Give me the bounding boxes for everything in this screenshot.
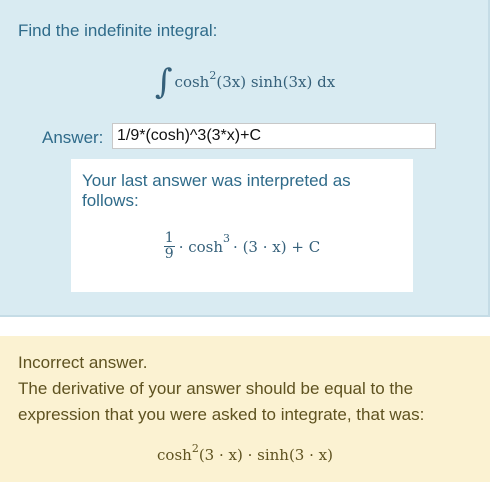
answer-label: Answer: xyxy=(42,128,104,147)
fraction-numerator: 1 xyxy=(163,230,175,247)
feedback-status: Incorrect answer. xyxy=(18,353,148,372)
question-prompt: Find the indefinite integral: xyxy=(18,21,218,40)
integral-exponent: 2 xyxy=(209,69,217,82)
integral-func: cosh xyxy=(174,73,210,91)
integral-rest: (3x) sinh(3x) dx xyxy=(216,73,336,91)
integral-sign: ∫ xyxy=(154,62,173,102)
interpretation-box: Your last answer was interpreted as foll… xyxy=(71,159,413,292)
fraction: 1 9 xyxy=(163,230,175,262)
deriv-rest: (3 · x) · sinh(3 · x) xyxy=(198,446,333,464)
question-panel: Find the indefinite integral: ∫ cosh2(3x)… xyxy=(0,0,490,317)
interpreted-expression: 1 9 · cosh 3 · (3 · x) + C xyxy=(71,231,413,262)
interpretation-heading: Your last answer was interpreted as foll… xyxy=(82,171,351,210)
original-integrand-expression: cosh2(3 · x) · sinh(3 · x) xyxy=(0,442,490,464)
integral-expression: ∫ cosh2(3x) sinh(3x) dx xyxy=(0,62,490,102)
interp-exponent: 3 xyxy=(223,232,231,245)
fraction-denominator: 9 xyxy=(164,246,174,262)
feedback-line-1: The derivative of your answer should be … xyxy=(18,379,414,398)
interp-rest: · (3 · x) + C xyxy=(233,237,321,256)
deriv-exponent: 2 xyxy=(191,442,199,455)
interp-cosh: · cosh xyxy=(178,237,224,256)
deriv-func: cosh xyxy=(157,446,192,464)
feedback-panel: Incorrect answer. The derivative of your… xyxy=(0,336,490,482)
feedback-line-2: expression that you were asked to integr… xyxy=(18,405,425,424)
answer-input[interactable] xyxy=(112,123,436,149)
